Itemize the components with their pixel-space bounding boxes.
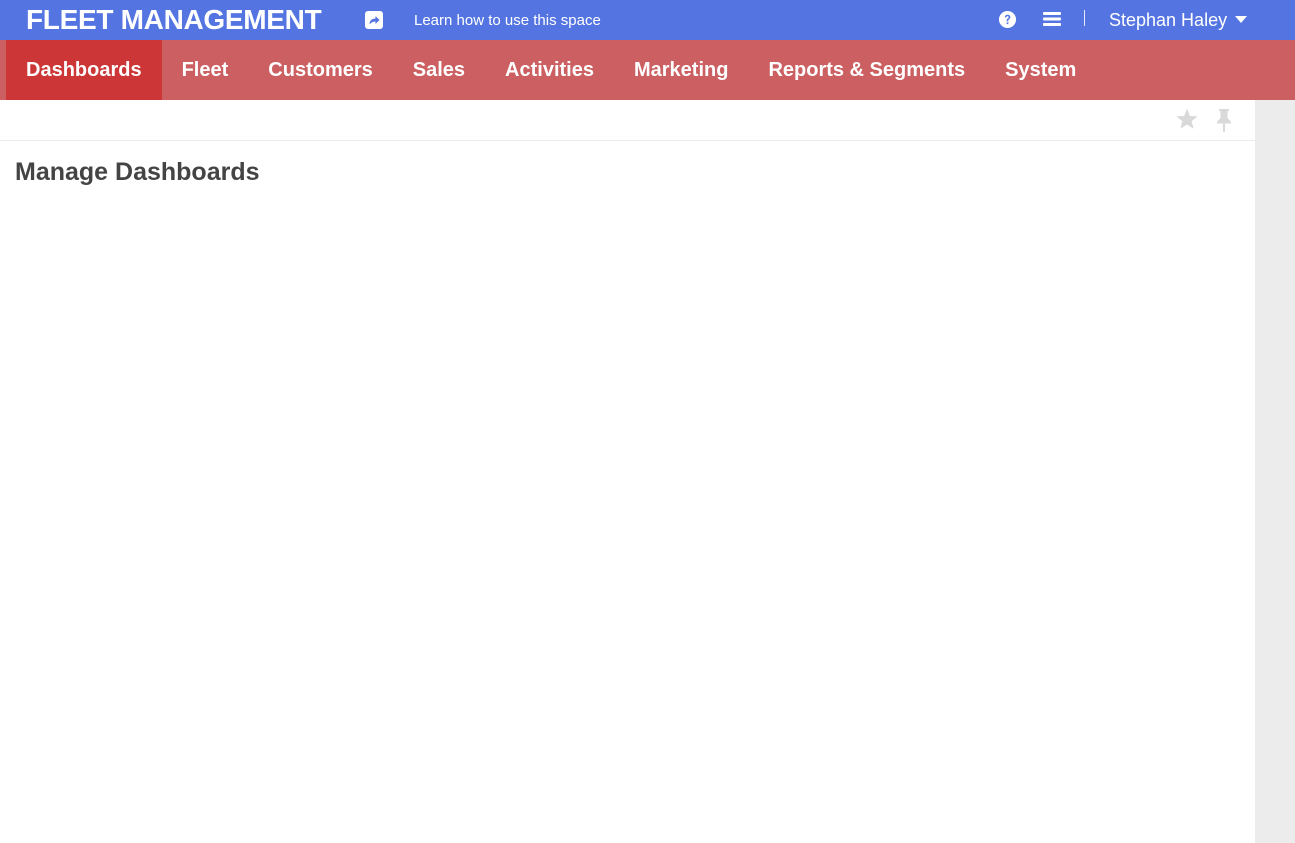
learn-how-link[interactable]: Learn how to use this space xyxy=(414,12,601,30)
user-menu[interactable]: Stephan Haley xyxy=(1109,9,1248,31)
page-toolbar xyxy=(0,100,1255,141)
nav-item-customers[interactable]: Customers xyxy=(248,40,392,100)
menu-icon[interactable] xyxy=(1043,11,1061,27)
page-title: Manage Dashboards xyxy=(15,158,260,186)
nav-item-marketing[interactable]: Marketing xyxy=(614,40,748,100)
app-title[interactable]: FLEET MANAGEMENT xyxy=(26,4,322,36)
pin-icon[interactable] xyxy=(1214,108,1234,133)
header-divider xyxy=(1084,10,1085,26)
nav-item-sales[interactable]: Sales xyxy=(393,40,485,100)
star-icon[interactable] xyxy=(1175,108,1199,131)
nav-item-activities[interactable]: Activities xyxy=(485,40,614,100)
help-icon[interactable] xyxy=(998,10,1017,29)
nav-item-system[interactable]: System xyxy=(985,40,1096,100)
nav-item-fleet[interactable]: Fleet xyxy=(162,40,249,100)
main-nav: Dashboards Fleet Customers Sales Activit… xyxy=(0,40,1295,100)
top-header: FLEET MANAGEMENT Learn how to use this s… xyxy=(0,0,1295,40)
caret-down-icon[interactable] xyxy=(1235,16,1248,24)
user-name[interactable]: Stephan Haley xyxy=(1109,9,1227,31)
nav-item-dashboards[interactable]: Dashboards xyxy=(6,40,162,100)
scrollbar-track[interactable] xyxy=(1255,100,1295,843)
nav-item-reports-segments[interactable]: Reports & Segments xyxy=(748,40,985,100)
main-content: Manage Dashboards xyxy=(0,100,1255,843)
share-icon[interactable] xyxy=(365,11,383,29)
